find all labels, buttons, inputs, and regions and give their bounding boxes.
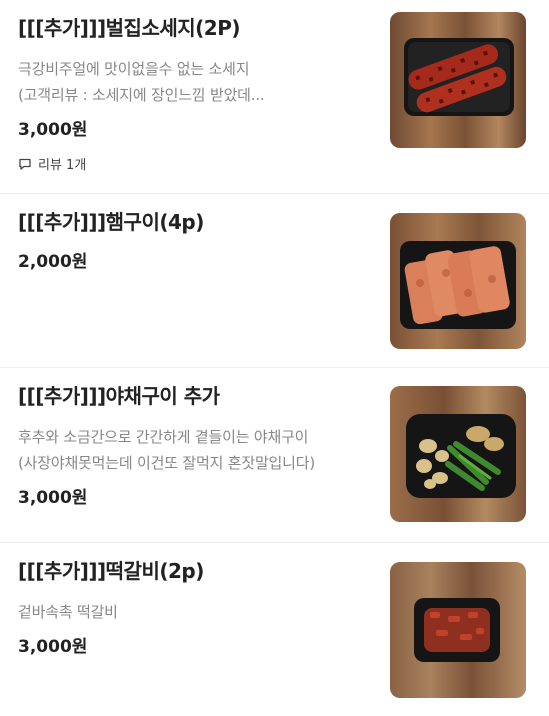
menu-item-price: 3,000원 bbox=[18, 637, 88, 657]
sausage-photo[interactable] bbox=[390, 12, 526, 148]
grilled-ham-photo[interactable] bbox=[390, 213, 526, 349]
menu-item-description: 후추와 소금간으로 간간하게 곁들이는 야채구이 (사장야채못먹는데 이건또 잘… bbox=[18, 424, 368, 476]
menu-item-sausage[interactable]: [[[추가]]]벌집소세지(2P) 극강비주얼에 맛이없을수 없는 소세지 (고… bbox=[0, 0, 549, 194]
review-count: 리뷰 1개 bbox=[38, 158, 87, 173]
menu-list: [[[추가]]]벌집소세지(2P) 극강비주얼에 맛이없을수 없는 소세지 (고… bbox=[0, 0, 549, 716]
menu-item-text: [[[추가]]]벌집소세지(2P) 극강비주얼에 맛이없을수 없는 소세지 (고… bbox=[18, 14, 368, 173]
tteokgalbi-photo[interactable] bbox=[390, 562, 526, 698]
menu-item-title: [[[추가]]]떡갈비(2p) bbox=[18, 559, 204, 583]
menu-item-price: 3,000원 bbox=[18, 120, 88, 140]
menu-item-text: [[[추가]]]떡갈비(2p) 겉바속촉 떡갈비 3,000원 bbox=[18, 557, 368, 659]
description-line: (고객리뷰 : 소세지에 장인느낌 받았데... bbox=[18, 86, 265, 104]
menu-item-description: 극강비주얼에 맛이없을수 없는 소세지 (고객리뷰 : 소세지에 장인느낌 받았… bbox=[18, 56, 368, 108]
menu-item-price: 3,000원 bbox=[18, 488, 88, 508]
menu-item-title: [[[추가]]]야채구이 추가 bbox=[18, 384, 220, 408]
menu-item-grilled-vegetables[interactable]: [[[추가]]]야채구이 추가 후추와 소금간으로 간간하게 곁들이는 야채구이… bbox=[0, 368, 549, 543]
description-line: (사장야채못먹는데 이건또 잘먹지 혼잣말입니다) bbox=[18, 454, 316, 472]
menu-item-grilled-ham[interactable]: [[[추가]]]햄구이(4p) 2,000원 bbox=[0, 194, 549, 368]
description-line: 극강비주얼에 맛이없을수 없는 소세지 bbox=[18, 60, 250, 78]
menu-item-title: [[[추가]]]벌집소세지(2P) bbox=[18, 16, 241, 40]
menu-item-description: 겉바속촉 떡갈비 bbox=[18, 599, 368, 625]
grilled-vegetables-photo[interactable] bbox=[390, 386, 526, 522]
review-count-link[interactable]: 리뷰 1개 bbox=[18, 154, 368, 173]
description-line: 후추와 소금간으로 간간하게 곁들이는 야채구이 bbox=[18, 428, 309, 446]
menu-item-text: [[[추가]]]야채구이 추가 후추와 소금간으로 간간하게 곁들이는 야채구이… bbox=[18, 382, 368, 510]
menu-item-title: [[[추가]]]햄구이(4p) bbox=[18, 210, 204, 234]
menu-item-tteokgalbi[interactable]: [[[추가]]]떡갈비(2p) 겉바속촉 떡갈비 3,000원 bbox=[0, 543, 549, 716]
menu-item-text: [[[추가]]]햄구이(4p) 2,000원 bbox=[18, 208, 368, 274]
menu-item-price: 2,000원 bbox=[18, 252, 88, 272]
description-line: 겉바속촉 떡갈비 bbox=[18, 603, 118, 621]
review-icon bbox=[19, 158, 31, 170]
